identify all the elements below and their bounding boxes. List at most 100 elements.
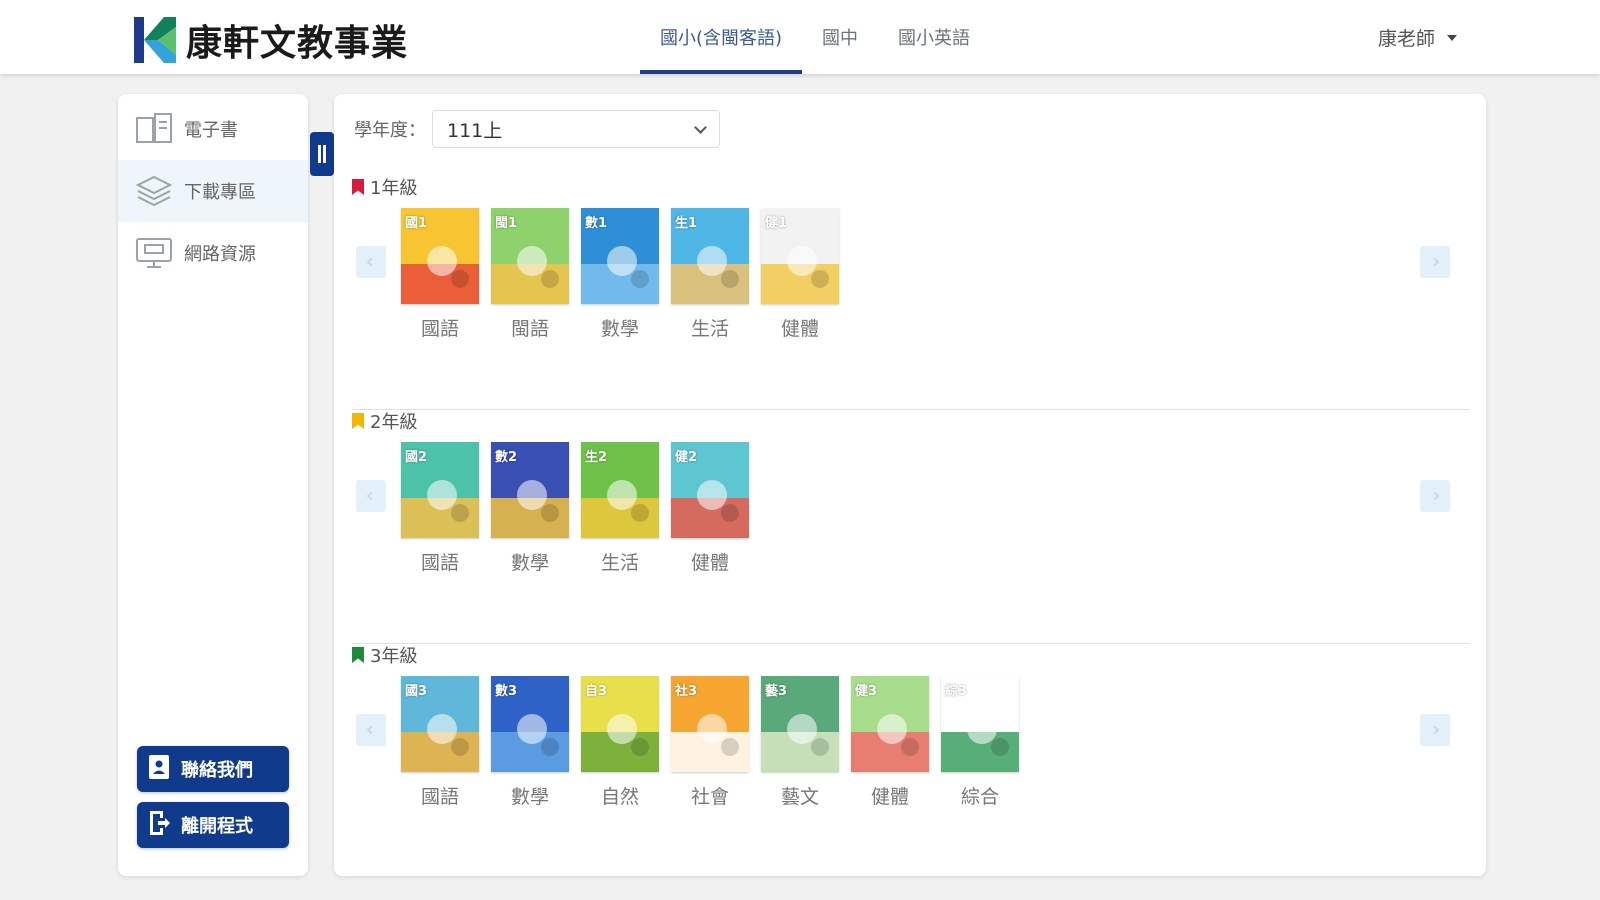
book-item[interactable]: 自3 自然 [581, 676, 659, 809]
exit-icon [147, 809, 171, 841]
book-subject-label: 生活 [690, 318, 729, 340]
book-cover-image[interactable]: 健2 [671, 442, 749, 538]
book-item[interactable]: 健1 健體 [761, 208, 839, 341]
chevron-left-icon [366, 257, 376, 267]
brand-name: 康軒文教事業 [186, 23, 409, 64]
book-cover-image[interactable]: 數3 [491, 676, 569, 772]
grade-title: 3年級 [352, 642, 417, 668]
book-list: 國1 國語 閩1 閩語 數1 數學 生1 生活 健1 健體 [401, 208, 851, 341]
main-panel: 學年度： 111上 1年級 國1 國語 閩1 閩語 數1 數學 生1 生活 健1 健體 2年級 國2 國語… [334, 94, 1486, 878]
book-item[interactable]: 國2 國語 [401, 442, 479, 575]
tab-elementary-english[interactable]: 國小英語 [878, 0, 990, 74]
book-cover-title: 自3 [585, 684, 608, 699]
book-list: 國3 國語 數3 數學 自3 自然 社3 社會 藝3 藝文 健3 健體 綜3 綜合 [401, 676, 1031, 809]
school-year-value: 111上 [447, 119, 503, 142]
book-subject-label: 數學 [600, 318, 639, 340]
grade-title-text: 3年級 [370, 646, 418, 667]
book-subject-label: 國語 [420, 786, 459, 808]
school-year-select[interactable]: 111上 [432, 110, 720, 148]
book-cover-image[interactable]: 藝3 [761, 676, 839, 772]
book-item[interactable]: 國3 國語 [401, 676, 479, 809]
book-cover-title: 國3 [405, 684, 428, 699]
book-item[interactable]: 綜3 綜合 [941, 676, 1019, 809]
book-cover-image[interactable]: 國2 [401, 442, 479, 538]
contact-us-button[interactable]: 聯絡我們 [137, 746, 289, 792]
book-subject-label: 生活 [600, 552, 639, 574]
sidebar-item-web-resources[interactable]: 網路資源 [118, 222, 308, 284]
grade-section: 2年級 國2 國語 數2 數學 生2 生活 健2 健體 [352, 408, 1470, 644]
chevron-right-icon [1430, 491, 1440, 501]
book-cover-image[interactable]: 健1 [761, 208, 839, 304]
book-cover-image[interactable]: 國1 [401, 208, 479, 304]
user-name: 康老師 [1378, 28, 1436, 50]
book-cover-image[interactable]: 國3 [401, 676, 479, 772]
book-cover-title: 國1 [405, 216, 428, 231]
book-item[interactable]: 數1 數學 [581, 208, 659, 341]
sidebar-item-download[interactable]: 下載專區 [118, 160, 308, 222]
book-cover-title: 生2 [585, 450, 608, 465]
carousel-prev-button[interactable] [356, 714, 386, 746]
bookmark-icon [352, 413, 364, 429]
tab-junior-high[interactable]: 國中 [802, 0, 878, 74]
tab-label: 國小英語 [898, 28, 971, 49]
book-subject-label: 社會 [690, 786, 729, 808]
book-cover-image[interactable]: 生1 [671, 208, 749, 304]
top-header: 康軒文教事業 國小(含閩客語) 國中 國小英語 康老師 [0, 0, 1600, 74]
sidebar-item-label: 電子書 [184, 120, 238, 141]
grade-section: 1年級 國1 國語 閩1 閩語 數1 數學 生1 生活 健1 健體 [352, 174, 1470, 410]
book-cover-title: 藝3 [765, 684, 788, 699]
caret-down-icon [1447, 34, 1458, 41]
book-cover-title: 國2 [405, 450, 428, 465]
book-item[interactable]: 社3 社會 [671, 676, 749, 809]
tab-elementary[interactable]: 國小(含閩客語) [640, 0, 803, 74]
book-cover-image[interactable]: 綜3 [941, 676, 1019, 772]
book-cover-image[interactable]: 自3 [581, 676, 659, 772]
carousel-next-button[interactable] [1420, 714, 1450, 746]
book-subject-label: 國語 [420, 318, 459, 340]
book-list: 國2 國語 數2 數學 生2 生活 健2 健體 [401, 442, 761, 575]
book-cover-title: 數2 [495, 450, 518, 465]
book-cover-title: 社3 [675, 684, 698, 699]
book-cover-image[interactable]: 數2 [491, 442, 569, 538]
ebook-icon [134, 110, 174, 148]
main-tabs: 國小(含閩客語) 國中 國小英語 [640, 0, 990, 74]
book-item[interactable]: 數3 數學 [491, 676, 569, 809]
book-subject-label: 數學 [510, 786, 549, 808]
sidebar-item-ebook[interactable]: 電子書 [118, 98, 308, 160]
brand-logo[interactable]: 康軒文教事業 [134, 14, 408, 66]
monitor-icon [134, 234, 174, 272]
chevron-down-icon [694, 120, 707, 134]
book-cover-image[interactable]: 數1 [581, 208, 659, 304]
book-item[interactable]: 國1 國語 [401, 208, 479, 341]
contact-book-icon [147, 753, 171, 785]
book-item[interactable]: 生2 生活 [581, 442, 659, 575]
book-subject-label: 閩語 [510, 318, 549, 340]
book-item[interactable]: 健3 健體 [851, 676, 929, 809]
tab-label: 國中 [822, 28, 859, 49]
book-item[interactable]: 閩1 閩語 [491, 208, 569, 341]
book-cover-image[interactable]: 生2 [581, 442, 659, 538]
book-cover-image[interactable]: 閩1 [491, 208, 569, 304]
book-item[interactable]: 藝3 藝文 [761, 676, 839, 809]
book-cover-image[interactable]: 社3 [671, 676, 749, 772]
user-menu[interactable]: 康老師 [1378, 24, 1458, 51]
school-year-label: 學年度： [354, 120, 426, 141]
book-subject-label: 數學 [510, 552, 549, 574]
carousel-next-button[interactable] [1420, 246, 1450, 278]
button-label: 離開程式 [181, 816, 253, 837]
book-cover-image[interactable]: 健3 [851, 676, 929, 772]
exit-app-button[interactable]: 離開程式 [137, 802, 289, 848]
school-year-filter: 學年度： 111上 [354, 110, 720, 148]
carousel-next-button[interactable] [1420, 480, 1450, 512]
carousel-prev-button[interactable] [356, 480, 386, 512]
book-cover-title: 閩1 [495, 216, 518, 231]
book-item[interactable]: 數2 數學 [491, 442, 569, 575]
book-subject-label: 國語 [420, 552, 459, 574]
carousel-prev-button[interactable] [356, 246, 386, 278]
bookmark-icon [352, 647, 364, 663]
book-item[interactable]: 生1 生活 [671, 208, 749, 341]
chevron-left-icon [366, 491, 376, 501]
sidebar-collapse-toggle[interactable] [310, 132, 334, 176]
book-item[interactable]: 健2 健體 [671, 442, 749, 575]
sidebar-item-label: 下載專區 [184, 182, 256, 203]
